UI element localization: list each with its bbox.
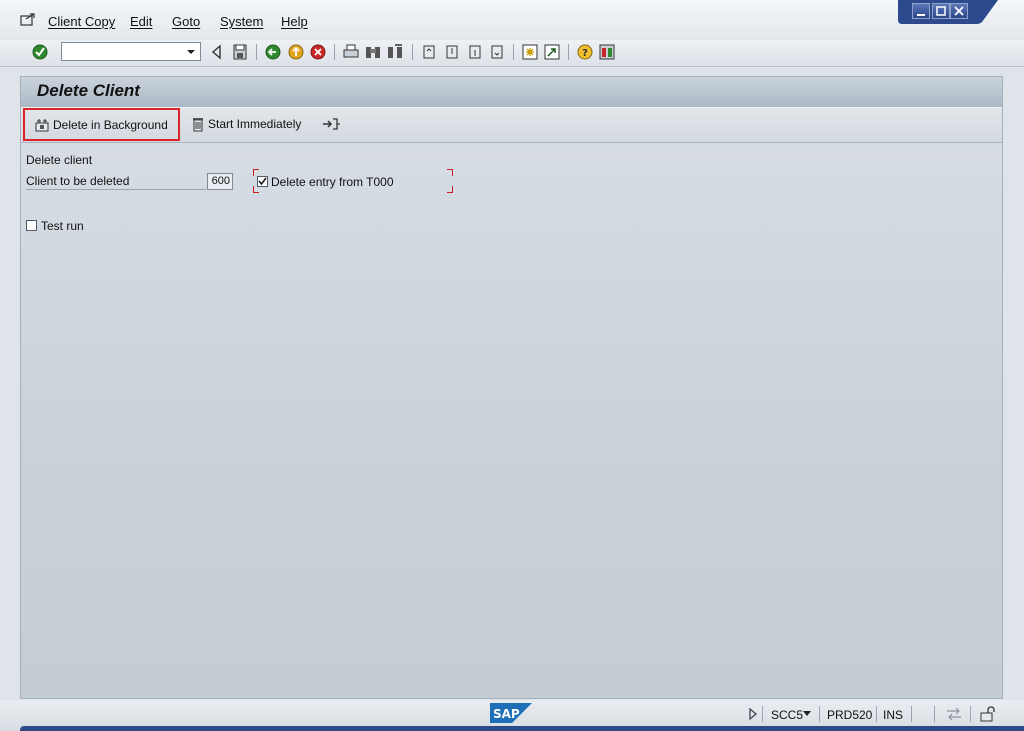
back-icon[interactable]: [208, 43, 226, 61]
delete-in-background-label: Delete in Background: [53, 117, 168, 132]
application-toolbar: Delete in Background Start Immediately: [21, 107, 1002, 143]
command-input[interactable]: [62, 43, 186, 59]
main-panel: Delete Client Delete in Background Start…: [20, 76, 1003, 699]
menu-help[interactable]: Help: [281, 14, 308, 29]
focus-bracket: [447, 169, 453, 176]
page-title: Delete Client: [37, 81, 140, 100]
next-page-icon[interactable]: [466, 43, 484, 61]
start-immediately-label: Start Immediately: [208, 117, 302, 131]
menu-bar: Client Copy Edit Goto System Help: [0, 0, 1024, 40]
cancel-icon[interactable]: [309, 43, 327, 61]
exit-icon[interactable]: [287, 43, 305, 61]
chevron-down-icon[interactable]: [183, 44, 199, 59]
layout-icon[interactable]: [598, 43, 616, 61]
shortcut-icon[interactable]: [543, 43, 561, 61]
command-field[interactable]: [61, 42, 201, 61]
focus-bracket: [447, 186, 453, 193]
focus-bracket: [253, 186, 259, 193]
print-icon[interactable]: [342, 43, 360, 61]
sap-logo-icon: SAP: [490, 703, 532, 723]
menu-edit[interactable]: Edit: [130, 14, 152, 29]
first-page-icon[interactable]: [420, 43, 438, 61]
group-label-delete-client: Delete client: [26, 153, 93, 167]
back-green-icon[interactable]: [264, 43, 282, 61]
insert-mode: INS: [883, 708, 904, 722]
toolbar-separator: [568, 44, 569, 60]
status-separator: [876, 706, 877, 722]
trash-icon: [193, 118, 203, 132]
delete-in-background-button[interactable]: Delete in Background: [23, 108, 180, 141]
help-icon[interactable]: ?: [576, 43, 594, 61]
svg-text:?: ?: [582, 48, 588, 59]
focus-bracket: [253, 169, 259, 176]
maximize-button[interactable]: [932, 3, 950, 19]
checkmark-icon: [258, 177, 267, 186]
minimize-icon: [917, 14, 925, 16]
title-bar: Delete Client: [21, 77, 1002, 107]
status-separator: [970, 706, 971, 722]
schedule-icon: [323, 118, 340, 130]
status-separator: [934, 706, 935, 722]
status-strip: [20, 726, 1024, 731]
menu-system[interactable]: System: [220, 14, 263, 29]
menu-client-copy[interactable]: Client Copy: [48, 14, 115, 29]
background-job-icon: [35, 118, 49, 131]
transaction-code: SCC5: [771, 708, 804, 722]
status-separator: [819, 706, 820, 722]
close-icon: [954, 6, 964, 16]
maximize-icon: [936, 6, 946, 16]
toolbar-separator: [256, 44, 257, 60]
create-session-icon[interactable]: [521, 43, 539, 61]
menu-icon[interactable]: [20, 13, 36, 27]
test-run-checkbox[interactable]: [26, 220, 37, 231]
delete-entry-checkbox[interactable]: [257, 176, 268, 187]
last-page-icon[interactable]: [488, 43, 506, 61]
chevron-down-icon[interactable]: [802, 710, 812, 718]
standard-toolbar: ?: [0, 40, 1024, 67]
find-icon[interactable]: [364, 43, 382, 61]
prev-page-icon[interactable]: [443, 43, 461, 61]
lock-icon[interactable]: [978, 705, 996, 723]
status-separator: [911, 706, 912, 722]
find-next-icon[interactable]: [386, 43, 404, 61]
delete-entry-label: Delete entry from T000: [271, 175, 394, 189]
connection-icon: [947, 707, 961, 721]
toolbar-separator: [334, 44, 335, 60]
play-icon[interactable]: [748, 707, 758, 721]
toolbar-separator: [513, 44, 514, 60]
minimize-button[interactable]: [912, 3, 930, 19]
svg-text:SAP: SAP: [493, 707, 520, 721]
close-button[interactable]: [950, 3, 968, 19]
start-immediately-button[interactable]: Start Immediately: [191, 108, 301, 140]
test-run-label: Test run: [41, 219, 84, 233]
window-controls: [898, 0, 998, 24]
enter-icon[interactable]: [31, 43, 49, 61]
status-separator: [762, 706, 763, 722]
client-to-be-deleted-label: Client to be deleted: [26, 174, 206, 190]
menu-goto[interactable]: Goto: [172, 14, 200, 29]
client-field[interactable]: 600: [207, 173, 233, 190]
save-icon[interactable]: [231, 43, 249, 61]
schedule-button[interactable]: [321, 108, 344, 140]
toolbar-separator: [412, 44, 413, 60]
system-name: PRD520: [827, 708, 873, 722]
